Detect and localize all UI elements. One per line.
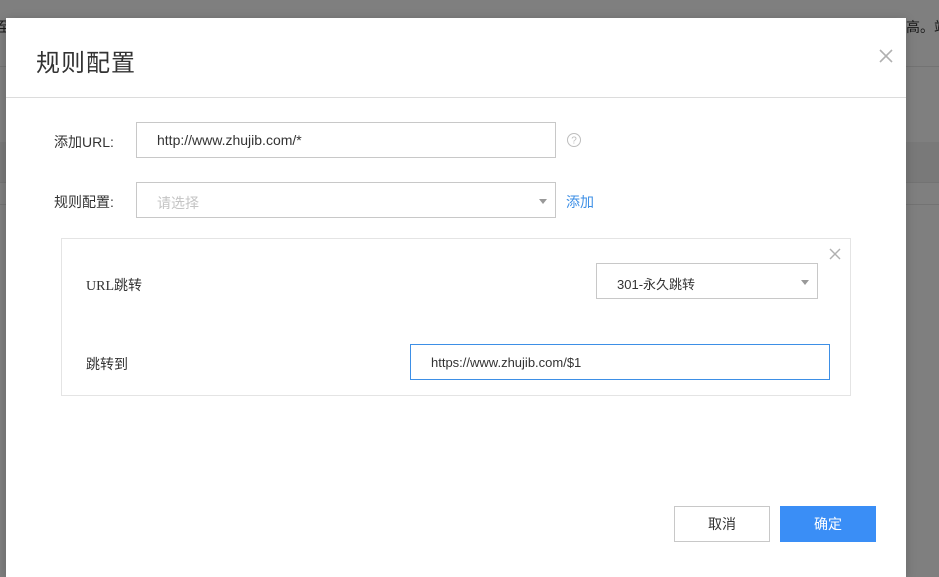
url-redirect-label: URL跳转 xyxy=(86,279,142,294)
chevron-down-icon xyxy=(801,280,809,285)
question-circle-icon[interactable]: ? xyxy=(566,132,582,148)
add-rule-link[interactable]: 添加 xyxy=(566,192,594,212)
rule-config-label: 规则配置: xyxy=(54,194,114,210)
cancel-button[interactable]: 取消 xyxy=(674,506,770,542)
url-input-wrapper xyxy=(136,122,556,158)
redirect-type-value: 301-永久跳转 xyxy=(617,277,696,292)
redirect-type-select[interactable]: 301-永久跳转 xyxy=(596,263,818,299)
dialog-title: 规则配置 xyxy=(36,50,136,77)
dialog-header: 规则配置 xyxy=(6,18,906,98)
url-label: 添加URL: xyxy=(54,134,114,150)
close-icon[interactable] xyxy=(876,46,896,66)
confirm-button[interactable]: 确定 xyxy=(780,506,876,542)
close-icon[interactable] xyxy=(828,247,842,261)
rule-panel: URL跳转 301-永久跳转 跳转到 xyxy=(61,238,851,396)
redirect-target-label: 跳转到 xyxy=(86,358,128,373)
redirect-target-wrapper xyxy=(410,344,830,380)
rule-select[interactable]: 请选择 xyxy=(136,182,556,218)
redirect-target-input[interactable] xyxy=(411,345,829,379)
chevron-down-icon xyxy=(539,199,547,204)
rule-config-dialog: 规则配置 添加URL: ? 规则配置: 请选择 添加 URL跳转 301-永久跳… xyxy=(6,18,906,577)
svg-text:?: ? xyxy=(571,136,577,147)
url-input[interactable] xyxy=(137,123,555,157)
rule-select-placeholder: 请选择 xyxy=(157,195,199,211)
